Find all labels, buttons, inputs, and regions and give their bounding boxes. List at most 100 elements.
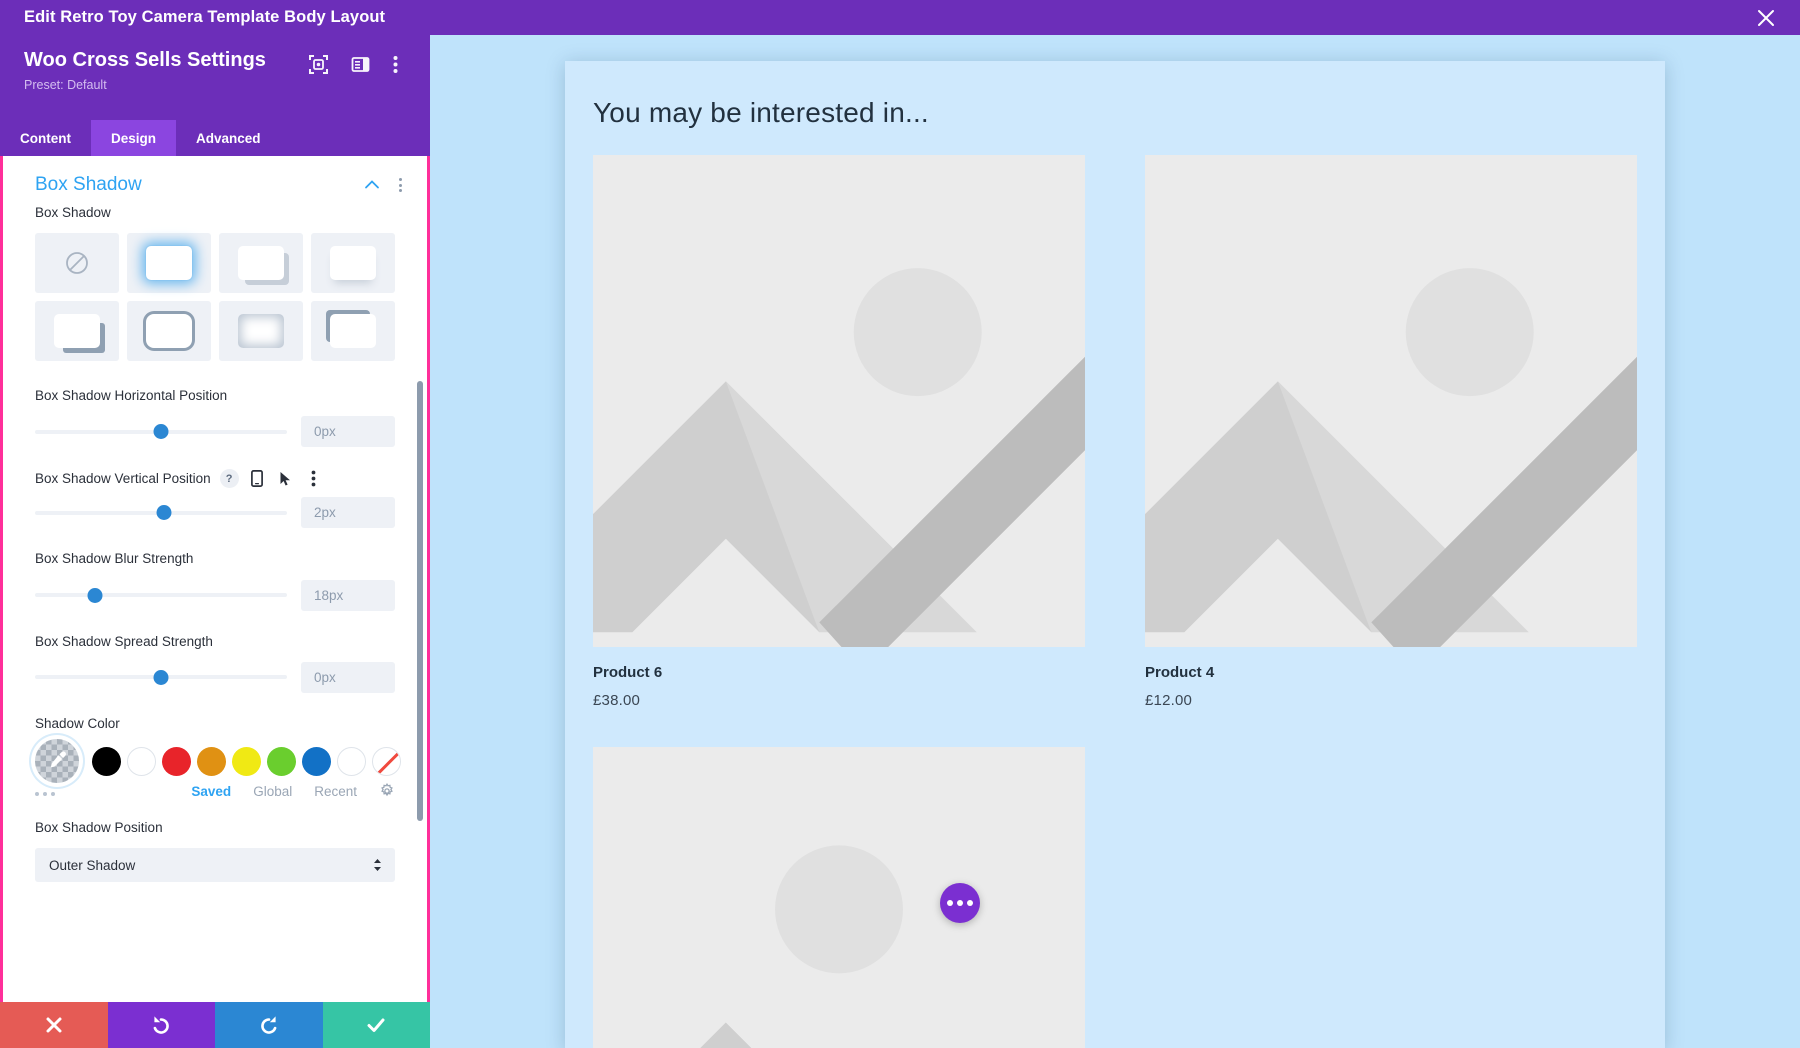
slider-knob[interactable]: [153, 424, 169, 440]
preset-glow[interactable]: [127, 233, 211, 294]
blur-strength-label: Box Shadow Blur Strength: [35, 551, 194, 567]
color-tab-global[interactable]: Global: [253, 784, 292, 799]
window-title: Edit Retro Toy Camera Template Body Layo…: [24, 8, 386, 26]
blur-strength-input[interactable]: 18px: [301, 579, 395, 611]
vertical-position-input[interactable]: 2px: [301, 497, 395, 529]
section-options-icon[interactable]: [393, 178, 407, 192]
close-icon: [46, 1017, 62, 1033]
blur-strength-slider[interactable]: [35, 585, 287, 605]
spread-strength-row: 0px: [35, 661, 395, 693]
slider-knob[interactable]: [87, 587, 103, 603]
box-shadow-field: Box Shadow: [3, 204, 427, 222]
woo-cross-sells-module[interactable]: You may be interested in... Product 6 £3: [565, 61, 1665, 1048]
panel-scrollbar[interactable]: [417, 381, 423, 821]
panel-header: Woo Cross Sells Settings Preset: Default: [0, 35, 430, 120]
chevron-up-icon[interactable]: [363, 176, 381, 194]
preset-none[interactable]: [35, 233, 119, 294]
vertical-position-label-row: Box Shadow Vertical Position ?: [35, 469, 395, 489]
horizontal-position-row: 0px: [35, 416, 395, 448]
focus-target-icon[interactable]: [309, 55, 328, 74]
cursor-icon[interactable]: [276, 469, 295, 488]
box-shadow-position-label: Box Shadow Position: [35, 820, 163, 836]
panel-header-icons: [309, 55, 412, 74]
preset-top-left-border[interactable]: [311, 301, 395, 362]
app-root: Edit Retro Toy Camera Template Body Layo…: [0, 0, 1800, 1048]
box-shadow-position-value: Outer Shadow: [49, 857, 136, 873]
blur-strength-row: 18px: [35, 579, 395, 611]
vertical-dots-icon[interactable]: [304, 469, 323, 488]
swatch-blue[interactable]: [302, 746, 331, 776]
horizontal-position-label: Box Shadow Horizontal Position: [35, 388, 228, 404]
close-icon[interactable]: [1748, 0, 1784, 35]
swatch-green[interactable]: [267, 746, 296, 776]
mobile-icon[interactable]: [248, 469, 267, 488]
preset-offset-bottom-right[interactable]: [219, 233, 303, 294]
product-card[interactable]: Product 6 £38.00: [593, 155, 1085, 709]
undo-icon: [153, 1016, 170, 1034]
tab-design[interactable]: Design: [91, 120, 177, 156]
horizontal-position-slider[interactable]: [35, 422, 287, 442]
color-source-tabs: Saved Global Recent: [3, 783, 427, 799]
horizontal-position-input[interactable]: 0px: [301, 416, 395, 448]
help-icon[interactable]: ?: [219, 469, 239, 489]
panel-action-bar: [0, 1002, 430, 1048]
product-price: £12.00: [1145, 692, 1193, 709]
spread-strength-label: Box Shadow Spread Strength: [35, 633, 213, 649]
panel-body-highlight: Box Shadow Box Shadow Box Shadow Horizon…: [0, 156, 430, 1048]
save-button[interactable]: [322, 1002, 430, 1048]
tab-content[interactable]: Content: [0, 120, 91, 156]
box-shadow-position-field: Box Shadow Position: [3, 819, 427, 837]
product-image-placeholder: [593, 747, 1085, 1048]
slider-knob[interactable]: [153, 669, 169, 685]
redo-button[interactable]: [215, 1002, 323, 1048]
swatch-transparent[interactable]: [372, 746, 401, 776]
gear-icon[interactable]: [379, 783, 395, 799]
page-settings-fab[interactable]: [940, 883, 980, 923]
swatch-white[interactable]: [127, 746, 156, 776]
box-shadow-label: Box Shadow: [35, 205, 111, 220]
preset-soft-bottom[interactable]: [311, 233, 395, 294]
swatch-yellow[interactable]: [232, 746, 261, 776]
box-shadow-section-header[interactable]: Box Shadow: [3, 156, 427, 204]
tab-advanced[interactable]: Advanced: [176, 120, 281, 156]
box-shadow-position-select[interactable]: Outer Shadow: [35, 848, 395, 883]
settings-panel: Woo Cross Sells Settings Preset: Default: [0, 35, 430, 1048]
swatch-red[interactable]: [162, 746, 191, 776]
product-grid: Product 6 £38.00 Product 4 £12.00: [593, 155, 1637, 1048]
color-tab-recent[interactable]: Recent: [314, 784, 357, 799]
window-titlebar: Edit Retro Toy Camera Template Body Layo…: [0, 0, 1800, 35]
swatch-orange[interactable]: [197, 746, 226, 776]
vertical-position-slider[interactable]: [35, 503, 287, 523]
eyedropper-icon[interactable]: [35, 739, 79, 784]
shadow-color-swatches: [3, 739, 427, 784]
module-title: You may be interested in...: [593, 97, 929, 128]
section-title: Box Shadow: [35, 174, 142, 195]
undo-button[interactable]: [107, 1002, 215, 1048]
preset-outline[interactable]: [127, 301, 211, 362]
swatch-light[interactable]: [337, 746, 366, 776]
spread-strength-field: Box Shadow Spread Strength 0px: [3, 633, 427, 693]
vertical-position-label: Box Shadow Vertical Position: [35, 470, 211, 486]
product-name: Product 4: [1145, 664, 1215, 681]
color-tab-saved[interactable]: Saved: [191, 784, 231, 799]
product-card[interactable]: Product 4 £12.00: [1145, 155, 1637, 709]
spread-strength-input[interactable]: 0px: [301, 661, 395, 693]
product-card[interactable]: [593, 747, 1085, 1048]
product-price: £38.00: [593, 692, 641, 709]
preset-hard-bottom-right[interactable]: [35, 301, 119, 362]
layout-columns-icon[interactable]: [351, 55, 370, 74]
shadow-color-label: Shadow Color: [35, 715, 120, 731]
swatch-black[interactable]: [92, 746, 121, 776]
panel-preset[interactable]: Preset: Default: [24, 78, 408, 92]
slider-knob[interactable]: [156, 505, 172, 521]
vertical-position-row: 2px: [35, 497, 395, 529]
panel-body: Box Shadow Box Shadow Box Shadow Horizon…: [3, 156, 427, 1045]
panel-tabs: Content Design Advanced: [0, 120, 430, 156]
product-image-placeholder: [1145, 155, 1637, 647]
product-image-placeholder: [593, 155, 1085, 647]
spread-strength-slider[interactable]: [35, 667, 287, 687]
vertical-dots-icon[interactable]: [393, 55, 412, 74]
preset-inner[interactable]: [219, 301, 303, 362]
slider-track: [35, 593, 287, 598]
cancel-button[interactable]: [0, 1002, 108, 1048]
